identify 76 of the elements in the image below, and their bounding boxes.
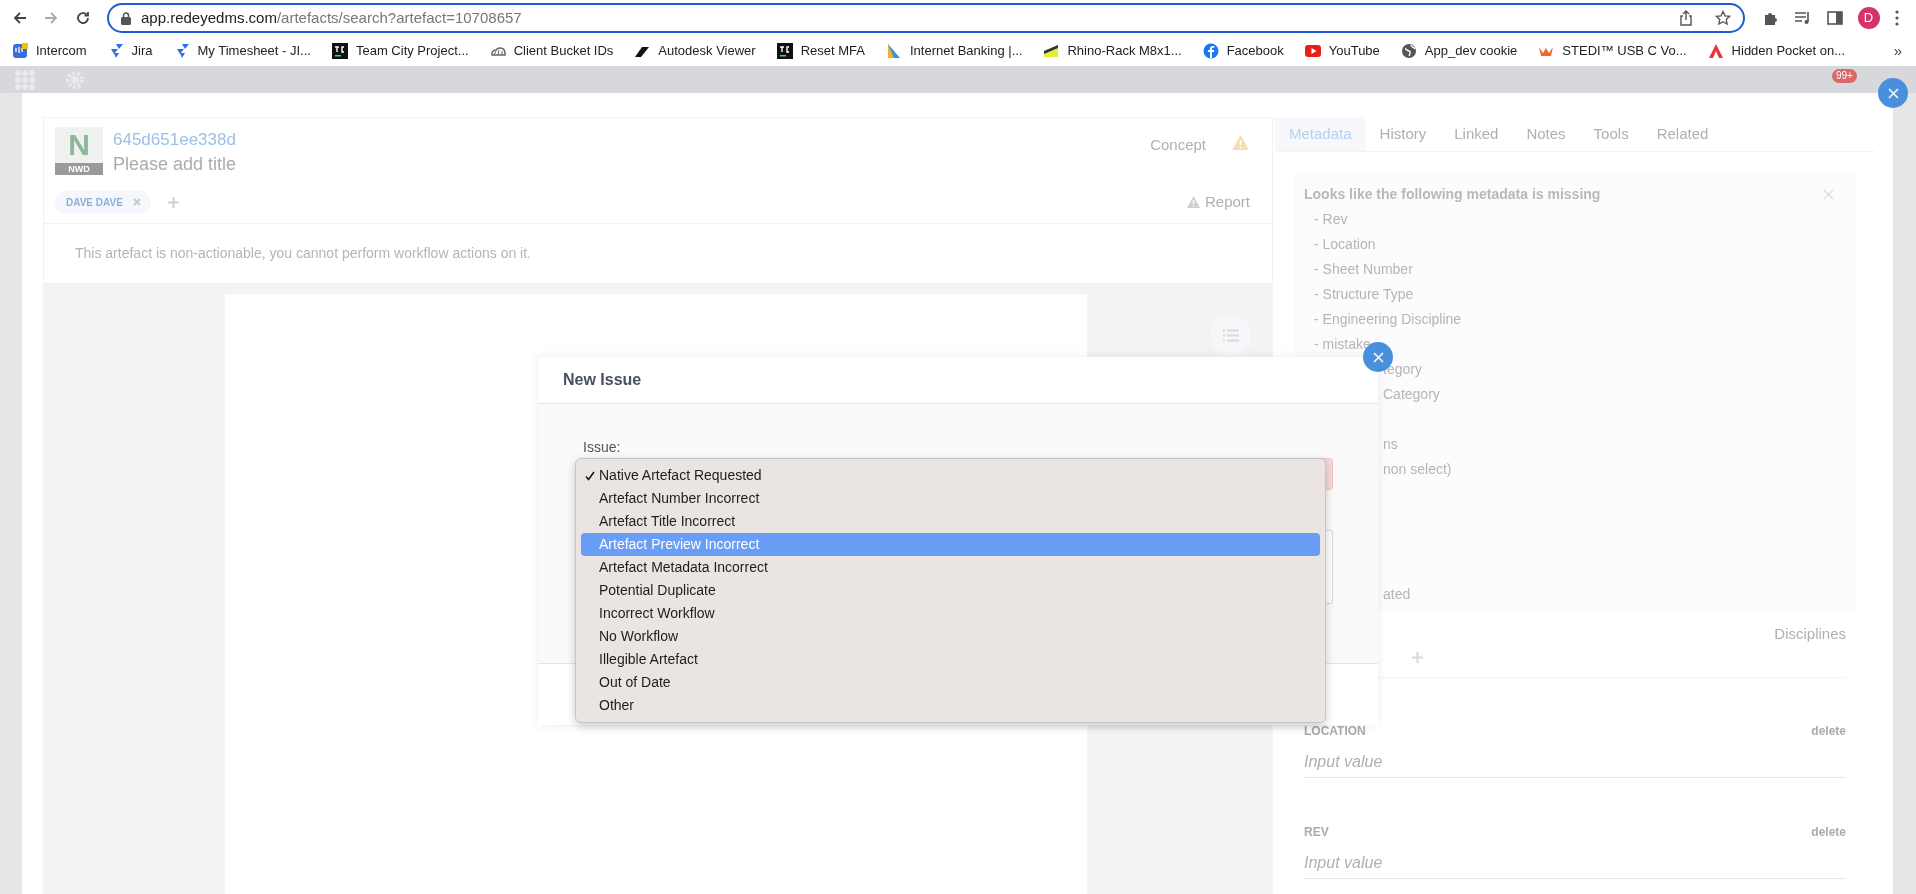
bookmark-icon xyxy=(1043,43,1060,59)
back-icon[interactable] xyxy=(11,10,28,26)
dropdown-option[interactable]: Out of Date xyxy=(581,671,1320,694)
input-field[interactable]: Input value xyxy=(1304,747,1846,778)
field-label: LOCATION xyxy=(1304,722,1366,740)
missing-field-item: - Engineering Discipline xyxy=(1314,310,1463,329)
alert-title: Looks like the following metadata is missing xyxy=(1304,185,1601,204)
bookmarks-overflow[interactable]: » xyxy=(1893,39,1902,63)
dropdown-option[interactable]: Other xyxy=(581,694,1320,717)
bookmark-link[interactable]: Autodesk Viewer xyxy=(634,41,756,61)
close-icon xyxy=(1887,87,1899,99)
bookmark-link[interactable]: Hidden Pocket on... xyxy=(1707,41,1846,61)
forward-icon[interactable] xyxy=(43,10,60,26)
side-panel-icon[interactable] xyxy=(1826,11,1843,25)
dropdown-option[interactable]: Artefact Metadata Incorrect xyxy=(581,556,1320,579)
bookmark-link[interactable]: STEDI™ USB C Vo... xyxy=(1538,41,1687,61)
profile-avatar[interactable]: D xyxy=(1857,7,1880,29)
status-label: Concept xyxy=(1150,135,1206,155)
non-actionable-notice: This artefact is non-actionable, you cannot perform workflow actions on it. xyxy=(75,244,531,263)
bookmark-link[interactable]: App_dev cookie xyxy=(1400,41,1518,61)
lock-icon xyxy=(121,11,131,25)
missing-field-item: - mistake xyxy=(1314,335,1372,354)
dropdown-option[interactable]: Incorrect Workflow xyxy=(581,602,1320,625)
dropdown-option[interactable]: Artefact Title Incorrect xyxy=(581,510,1320,533)
bookmark-link[interactable]: Team City Project... xyxy=(331,41,469,61)
bookmark-icon xyxy=(1400,43,1417,59)
menu-icon[interactable] xyxy=(1894,10,1899,26)
bookmark-icon xyxy=(1707,43,1724,59)
missing-field-item: - Location xyxy=(1314,235,1377,254)
puzzle-icon[interactable] xyxy=(1762,10,1779,26)
bookmark-link[interactable]: Client Bucket IDs xyxy=(489,41,614,61)
dropdown-option[interactable]: Potential Duplicate xyxy=(581,579,1320,602)
bookmark-link[interactable]: YouTube xyxy=(1304,41,1380,61)
media-icon[interactable] xyxy=(1793,11,1812,25)
bookmark-link[interactable]: Jira xyxy=(107,41,153,61)
bookmark-icon xyxy=(886,43,902,59)
share-icon[interactable] xyxy=(1679,10,1693,26)
bookmark-link[interactable]: Facebook xyxy=(1202,41,1284,61)
bookmark-link[interactable]: Rhino-Rack M8x1... xyxy=(1043,41,1182,61)
bookmark-link[interactable]: Intercom xyxy=(12,41,87,61)
bookmark-icon xyxy=(1202,43,1219,59)
missing-field-item: Category xyxy=(1382,385,1441,404)
missing-field-item: ns xyxy=(1382,435,1399,454)
missing-field-item: ated xyxy=(1382,585,1412,604)
missing-field-item: - Sheet Number xyxy=(1314,260,1414,279)
dialog-title: New Issue xyxy=(563,370,642,390)
issue-label: Issue: xyxy=(583,439,622,455)
field-label: REV xyxy=(1304,823,1329,841)
dropdown-option[interactable]: Illegible Artefact xyxy=(581,648,1320,671)
list-icon xyxy=(1222,329,1239,342)
bookmark-link[interactable]: Reset MFA xyxy=(776,41,865,61)
file-type-icon: N NWD xyxy=(55,127,103,175)
assignee-tag: DAVE DAVE xyxy=(55,190,151,214)
bookmark-icon xyxy=(776,43,793,59)
reload-icon[interactable] xyxy=(75,10,92,26)
warning-icon xyxy=(1186,196,1200,208)
url-text: app.redeyedms.com/artefacts/search?artefact=10708657 xyxy=(141,7,522,28)
bookmark-icon xyxy=(331,43,348,59)
warning-icon xyxy=(1231,134,1250,151)
disciplines-label: Disciplines xyxy=(1774,624,1846,644)
missing-field-item: - Structure Type xyxy=(1314,285,1415,304)
bookmark-link[interactable]: Internet Banking |... xyxy=(886,41,1023,61)
missing-field-item: non select) xyxy=(1382,460,1453,479)
dropdown-option[interactable]: Artefact Number Incorrect xyxy=(581,487,1320,510)
close-icon xyxy=(1372,351,1384,363)
missing-field-item: - Rev xyxy=(1314,210,1349,229)
artefact-title: Please add title xyxy=(113,153,237,176)
notification-badge: 99+ xyxy=(1832,69,1857,83)
bookmark-icon xyxy=(1304,43,1321,59)
address-bar[interactable]: app.redeyedms.com/artefacts/search?artefact=10708657 xyxy=(107,3,1745,33)
star-icon[interactable] xyxy=(1715,10,1731,26)
bookmark-link[interactable]: My Timesheet - JI... xyxy=(173,41,311,61)
dropdown-option[interactable]: No Workflow xyxy=(581,625,1320,648)
dropdown-option[interactable]: Native Artefact Requested xyxy=(581,464,1320,487)
bookmark-icon xyxy=(12,43,28,59)
input-field[interactable]: Input value xyxy=(1304,848,1846,879)
